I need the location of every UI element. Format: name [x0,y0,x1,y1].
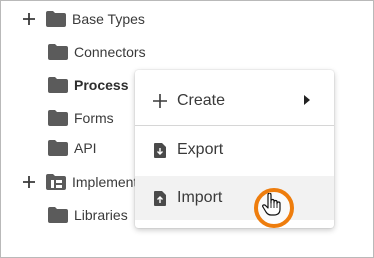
folder-icon [48,110,68,126]
tree-item-label: Forms [74,110,114,126]
menu-item-label: Create [177,92,226,109]
folder-icon [46,11,66,27]
menu-divider [135,125,334,126]
tree-item-process[interactable]: Process [48,74,128,96]
menu-item-import[interactable]: Import [135,176,334,220]
folder-tree-icon [46,174,66,190]
file-upload-icon [152,190,168,206]
plus-icon [152,93,168,109]
tree-item-label: Libraries [74,207,128,223]
menu-item-label: Export [177,141,224,158]
tree-item-label: Process [74,77,129,93]
tree-item-label: API [74,140,97,156]
menu-item-label: Import [177,189,223,206]
expand-icon[interactable] [22,8,36,30]
file-download-icon [152,142,168,158]
folder-icon [48,77,68,93]
tree-item-forms[interactable]: Forms [48,107,114,129]
folder-icon [48,44,68,60]
tree-item-label: Connectors [74,44,146,60]
folder-icon [48,140,68,156]
tree-item-connectors[interactable]: Connectors [48,41,146,63]
expand-icon[interactable] [22,171,36,193]
hand-pointer-icon [262,192,282,222]
menu-item-export[interactable]: Export [135,128,334,172]
tree-item-label: Base Types [72,11,145,27]
tree-item-base-types[interactable]: Base Types [46,8,145,30]
tree-item-api[interactable]: API [48,137,97,159]
folder-icon [48,207,68,223]
menu-item-create[interactable]: Create [135,79,334,123]
tree-item-libraries[interactable]: Libraries [48,204,128,226]
context-menu: Create Export Import [135,70,334,228]
chevron-right-icon [304,95,310,105]
